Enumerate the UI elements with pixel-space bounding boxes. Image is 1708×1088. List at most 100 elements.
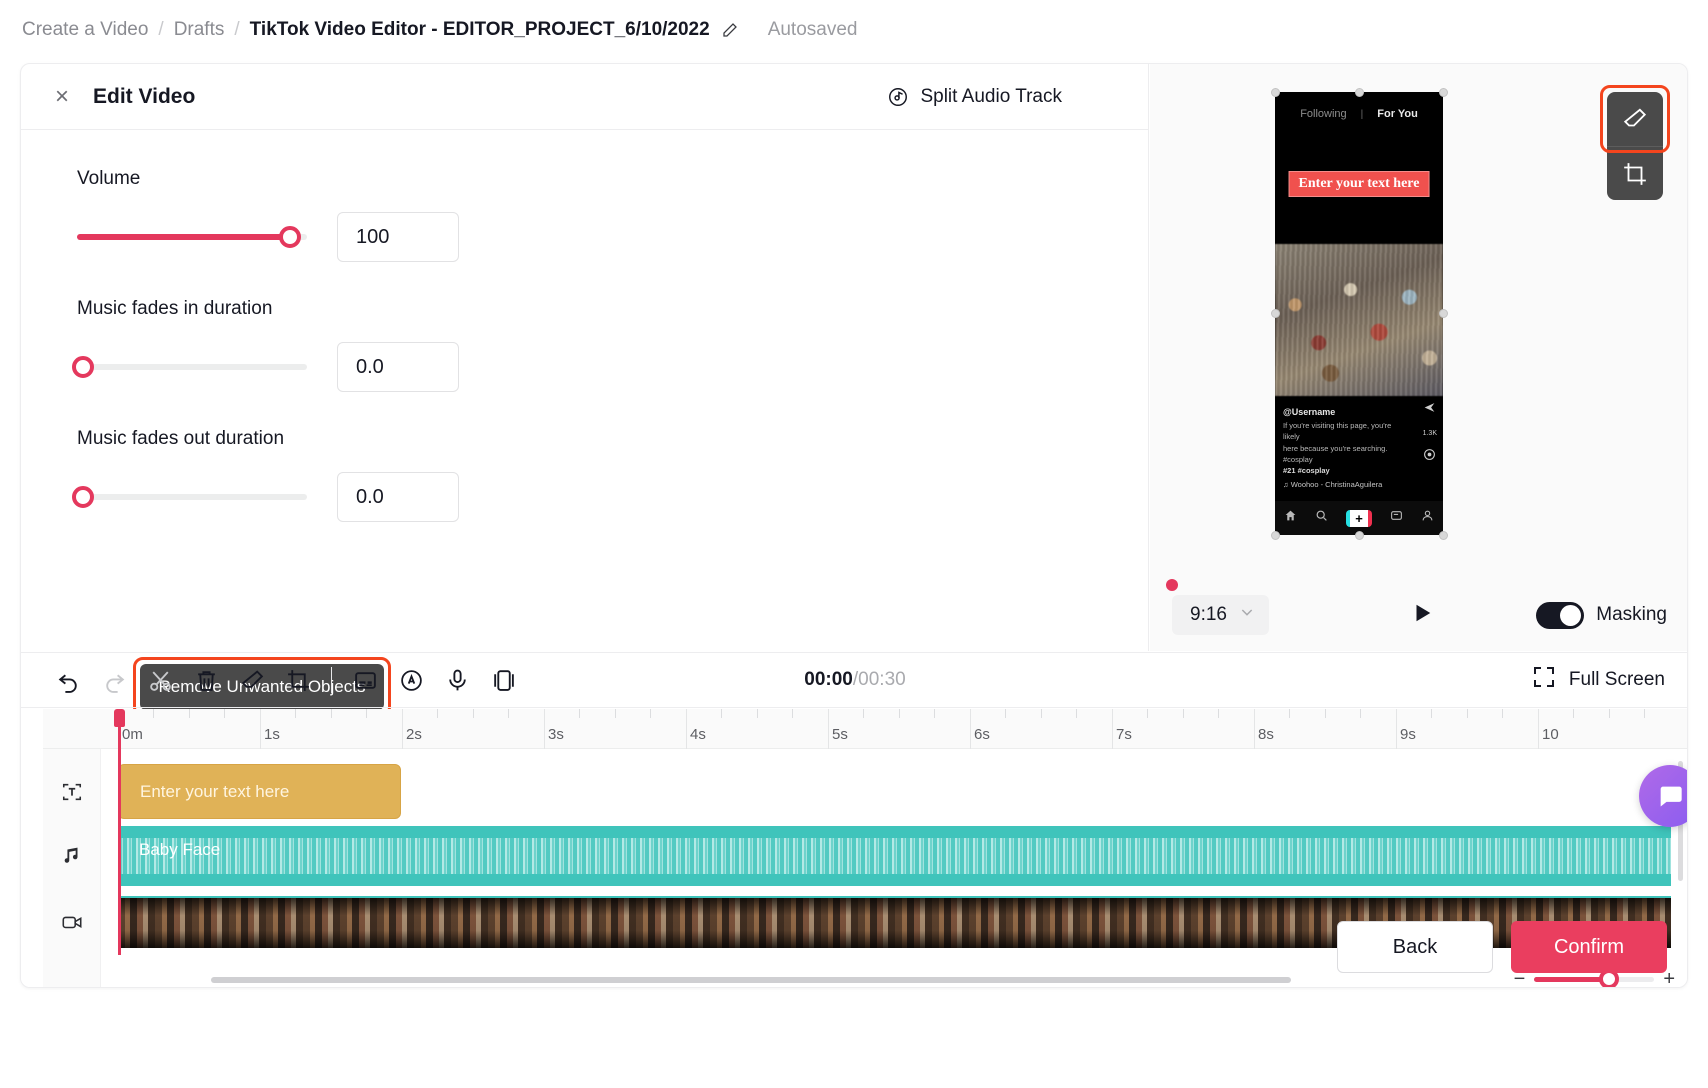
fade-out-label: Music fades out duration bbox=[77, 428, 285, 449]
tiktok-description-line1: If you're visiting this page, you're lik… bbox=[1283, 421, 1392, 442]
music-track-icon bbox=[57, 840, 87, 870]
editor-card: × Edit Video Split Audio Track Volume 10… bbox=[20, 63, 1688, 988]
redo-icon bbox=[91, 657, 137, 703]
audio-clip-label: Baby Face bbox=[139, 840, 221, 859]
volume-input[interactable]: 100 bbox=[337, 212, 459, 262]
preview-tool-stack bbox=[1600, 85, 1670, 200]
audio-waveform bbox=[118, 838, 1671, 874]
tiktok-nav-separator: | bbox=[1360, 108, 1364, 120]
split-audio-track-button[interactable]: Split Audio Track bbox=[887, 86, 1114, 108]
home-icon bbox=[1284, 509, 1297, 527]
timeline-ruler[interactable]: 0m 1s 2s 3s 4s 5s 6s 7s 8s 9s 10 bbox=[43, 709, 1687, 749]
close-icon[interactable]: × bbox=[55, 84, 77, 109]
full-screen-button[interactable]: Full Screen bbox=[1532, 665, 1665, 695]
fade-in-slider[interactable] bbox=[72, 356, 307, 378]
undo-icon[interactable] bbox=[45, 657, 91, 703]
ruler-label-6: 6s bbox=[974, 726, 990, 743]
pencil-icon[interactable] bbox=[720, 20, 740, 40]
aspect-ratio-select[interactable]: 9:16 bbox=[1172, 595, 1269, 635]
text-clip[interactable]: Enter your text here bbox=[118, 764, 401, 819]
page-title: TikTok Video Editor - EDITOR_PROJECT_6/1… bbox=[249, 19, 710, 40]
preview-video-frame bbox=[1275, 244, 1443, 396]
confirm-button[interactable]: Confirm bbox=[1511, 921, 1667, 973]
selection-handle-ml[interactable] bbox=[1271, 309, 1280, 318]
tiktok-music-label: ♫ Woohoo - ChristinaAguilera bbox=[1283, 480, 1383, 489]
selection-handle-bl[interactable] bbox=[1271, 531, 1280, 540]
text-track-icon bbox=[57, 777, 87, 807]
edit-panel-title: Edit Video bbox=[93, 84, 196, 108]
volume-field-group: Volume 100 bbox=[77, 168, 1092, 262]
edit-panel-header: × Edit Video Split Audio Track bbox=[21, 64, 1148, 130]
text-clip-label: Enter your text here bbox=[140, 781, 290, 801]
breadcrumb-separator-1: / bbox=[158, 19, 164, 40]
phone-preview[interactable]: Following | For You Enter your text here… bbox=[1275, 92, 1443, 535]
toolbar-divider bbox=[331, 667, 332, 693]
volume-slider[interactable] bbox=[77, 226, 307, 248]
tiktok-top-nav: Following | For You bbox=[1275, 108, 1443, 120]
selection-handle-bc[interactable] bbox=[1355, 531, 1364, 540]
preview-controls: 9:16 Masking bbox=[1150, 579, 1687, 651]
tiktok-description-line2: here because you're searching. #cosplay bbox=[1283, 443, 1388, 464]
eraser-icon[interactable] bbox=[229, 657, 275, 703]
masking-toggle[interactable] bbox=[1536, 601, 1585, 629]
masking-label: Masking bbox=[1596, 604, 1667, 625]
edit-video-panel: × Edit Video Split Audio Track Volume 10… bbox=[21, 64, 1149, 651]
fade-in-slider-knob[interactable] bbox=[72, 356, 94, 378]
playhead[interactable] bbox=[114, 709, 125, 955]
remove-unwanted-objects-button[interactable] bbox=[1607, 92, 1663, 146]
play-button[interactable] bbox=[1411, 601, 1433, 630]
app-root: Create a Video / Drafts / TikTok Video E… bbox=[0, 0, 1708, 1088]
caption-icon[interactable] bbox=[342, 657, 388, 703]
preview-text-overlay[interactable]: Enter your text here bbox=[1288, 171, 1430, 197]
ruler-label-10: 10 bbox=[1542, 726, 1559, 743]
crop-icon[interactable] bbox=[275, 657, 321, 703]
split-audio-icon bbox=[887, 86, 909, 108]
breadcrumb-separator-2: / bbox=[234, 19, 240, 40]
fade-out-slider-knob[interactable] bbox=[72, 486, 94, 508]
ruler-label-2: 2s bbox=[406, 726, 422, 743]
back-button[interactable]: Back bbox=[1337, 921, 1493, 973]
selection-handle-br[interactable] bbox=[1439, 531, 1448, 540]
crop-tool-button[interactable] bbox=[1607, 146, 1663, 200]
search-icon bbox=[1315, 509, 1328, 527]
fade-in-input[interactable]: 0.0 bbox=[337, 342, 459, 392]
delete-icon[interactable] bbox=[183, 657, 229, 703]
masking-control: Masking bbox=[1536, 601, 1667, 629]
ruler-label-1: 1s bbox=[264, 726, 280, 743]
volume-slider-fill bbox=[77, 234, 298, 240]
profile-icon bbox=[1421, 509, 1434, 527]
share-icon bbox=[1423, 401, 1437, 419]
playhead-handle[interactable] bbox=[114, 709, 125, 727]
audio-clip[interactable]: Baby Face bbox=[118, 826, 1671, 886]
plus-icon: + bbox=[1346, 509, 1372, 527]
duplicate-icon[interactable] bbox=[480, 657, 526, 703]
ruler-label-0: 0m bbox=[122, 726, 143, 743]
fade-in-label: Music fades in duration bbox=[77, 298, 273, 319]
selection-handle-tl[interactable] bbox=[1271, 88, 1280, 97]
ruler-label-9: 9s bbox=[1400, 726, 1416, 743]
tiktok-username: @Username bbox=[1283, 407, 1336, 417]
selection-handle-tr[interactable] bbox=[1439, 88, 1448, 97]
auto-caption-icon[interactable] bbox=[388, 657, 434, 703]
masking-toggle-knob bbox=[1560, 604, 1582, 626]
selection-handle-mr[interactable] bbox=[1439, 309, 1448, 318]
video-preview-panel: Following | For You Enter your text here… bbox=[1150, 64, 1687, 651]
volume-slider-knob[interactable] bbox=[279, 226, 302, 248]
current-time: 00:00 bbox=[804, 669, 853, 690]
fade-out-slider[interactable] bbox=[72, 486, 307, 508]
breadcrumb-drafts[interactable]: Drafts bbox=[174, 19, 225, 41]
selection-handle-tc[interactable] bbox=[1355, 88, 1364, 97]
total-time: /00:30 bbox=[852, 669, 906, 690]
editor-footer: Back Confirm bbox=[21, 907, 1687, 987]
breadcrumb-create-a-video[interactable]: Create a Video bbox=[22, 19, 148, 41]
tiktok-caption-block: @Username If you're visiting this page, … bbox=[1283, 407, 1403, 489]
tiktok-action-rail: 1.3K bbox=[1423, 401, 1437, 477]
ruler-label-3: 3s bbox=[548, 726, 564, 743]
aspect-ratio-value: 9:16 bbox=[1190, 604, 1227, 625]
fade-out-input[interactable]: 0.0 bbox=[337, 472, 459, 522]
cut-icon bbox=[137, 657, 183, 703]
voiceover-icon[interactable] bbox=[434, 657, 480, 703]
chevron-down-icon bbox=[1239, 604, 1255, 626]
timecode-display: 00:00/00:30 bbox=[804, 669, 905, 691]
ruler-label-5: 5s bbox=[832, 726, 848, 743]
